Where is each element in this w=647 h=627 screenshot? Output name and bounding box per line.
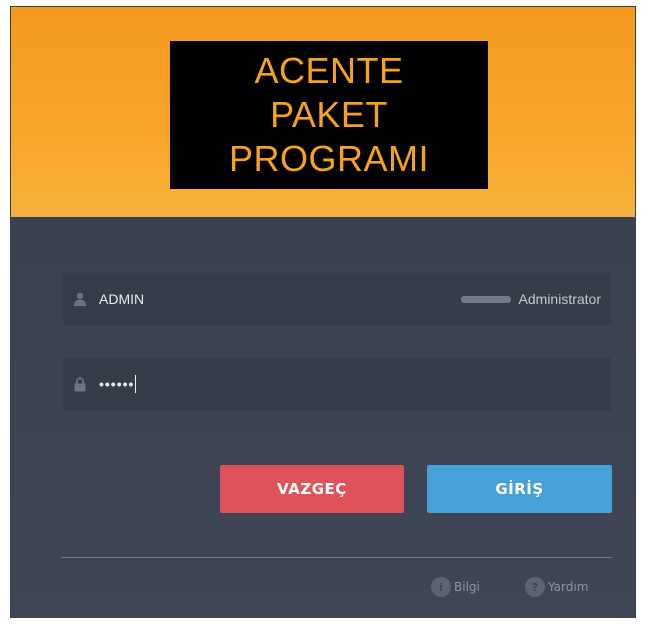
header-banner: ACENTE PAKET PROGRAMI <box>11 7 635 217</box>
redacted-text <box>460 295 511 303</box>
cancel-button[interactable]: VAZGEÇ <box>220 465 404 513</box>
logo-line-3: PROGRAMI <box>228 138 429 179</box>
help-icon: ? <box>525 577 545 597</box>
user-icon <box>73 291 87 307</box>
info-link[interactable]: i Bilgi <box>431 577 480 597</box>
username-field[interactable]: ADMIN Administrator <box>63 273 611 325</box>
password-field[interactable]: •••••• <box>63 358 611 410</box>
password-value: •••••• <box>99 376 135 392</box>
info-icon: i <box>431 577 451 597</box>
user-role: Administrator <box>460 273 601 325</box>
help-label: Yardım <box>548 580 589 594</box>
info-label: Bilgi <box>454 580 480 594</box>
logo-line-2: PAKET <box>270 94 388 135</box>
help-link[interactable]: ? Yardım <box>525 577 588 597</box>
logo-line-1: ACENTE <box>254 50 404 91</box>
footer-divider <box>61 557 612 558</box>
login-panel: ADMIN Administrator •••••• VAZGEÇ GİRİŞ … <box>11 217 635 617</box>
text-cursor <box>135 375 137 393</box>
lock-icon <box>73 376 87 392</box>
username-value: ADMIN <box>99 291 145 307</box>
app-logo: ACENTE PAKET PROGRAMI <box>170 41 488 189</box>
login-button[interactable]: GİRİŞ <box>427 465 612 513</box>
role-label: Administrator <box>518 291 601 307</box>
login-window: ACENTE PAKET PROGRAMI ADMIN Administrato… <box>10 6 636 618</box>
